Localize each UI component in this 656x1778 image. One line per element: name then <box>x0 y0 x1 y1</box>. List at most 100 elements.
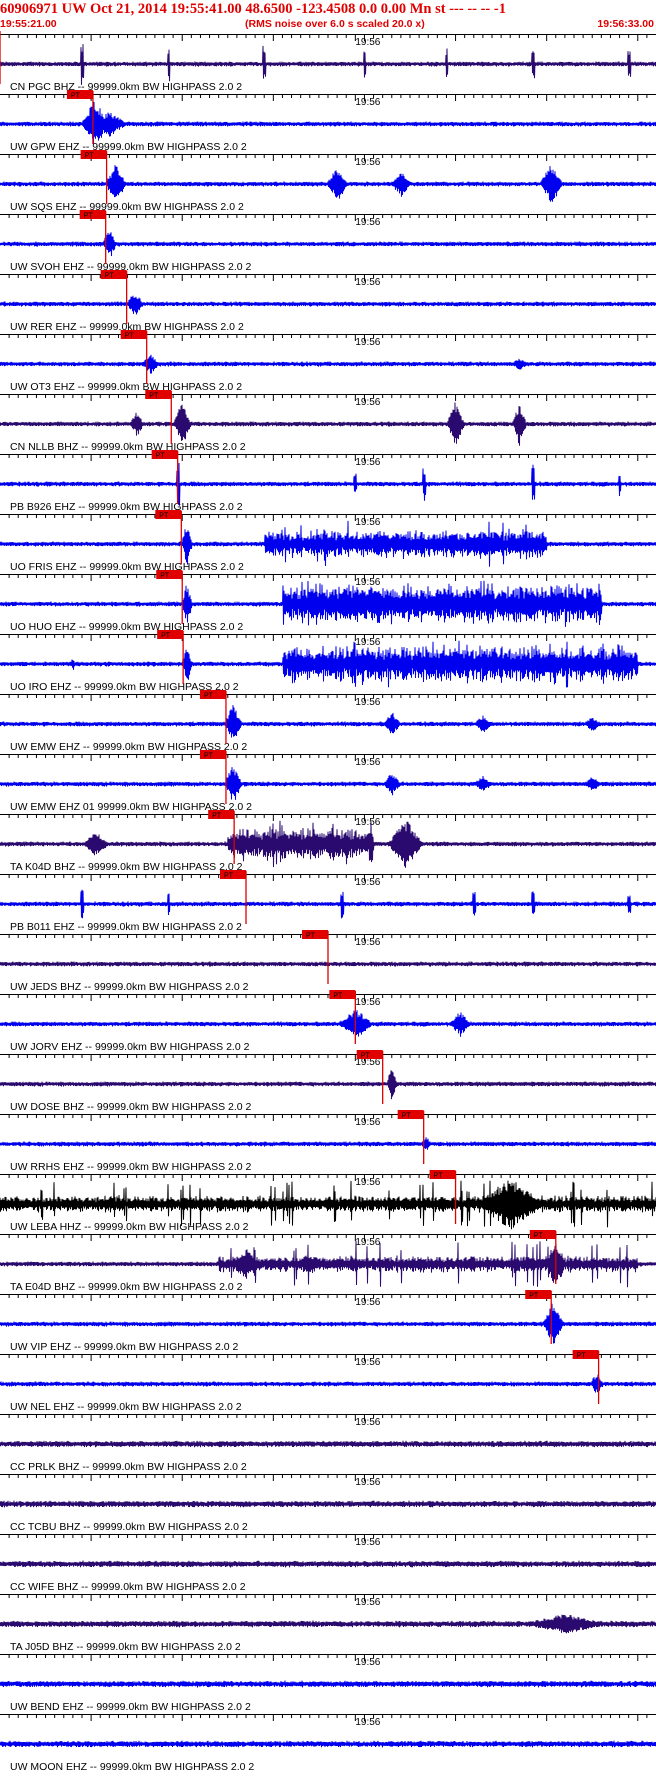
minute-tick-label: 19:56 <box>355 397 380 408</box>
waveform-trace <box>0 354 656 374</box>
waveform-trace <box>0 767 656 800</box>
pick-label: PT <box>105 273 115 280</box>
waveform-trace <box>0 1303 656 1344</box>
pick-label: PT <box>149 393 159 400</box>
waveform-trace <box>0 44 656 85</box>
minute-tick-label: 19:56 <box>355 1117 380 1128</box>
pick-label: PT <box>84 213 94 220</box>
trace-panel: 19:56 PB B011 EHZ -- 99999.0km BW HIGHPAS… <box>0 870 656 933</box>
trace-panel: 19:56 UW BEND EHZ -- 99999.0km BW HIGHPAS… <box>0 1654 656 1713</box>
station-label: UW SVOH EHZ -- 99999.0km BW HIGHPASS 2.0… <box>10 261 252 273</box>
trace-panel: 19:56 PB B926 EHZ -- 99999.0km BW HIGHPAS… <box>0 450 656 513</box>
minute-tick-label: 19:56 <box>355 217 380 228</box>
trace-panel: 19:56 UW RRHS EHZ -- 99999.0km BW HIGHPAS… <box>0 1110 656 1173</box>
station-label: UW LEBA HHZ -- 99999.0km BW HIGHPASS 2.0… <box>10 1221 249 1233</box>
waveform-trace <box>0 462 656 506</box>
station-label: UW NEL EHZ -- 99999.0km BW HIGHPASS 2.0 … <box>10 1401 242 1413</box>
minute-tick-label: 19:56 <box>355 577 380 588</box>
station-label: CC TCBU BHZ -- 99999.0km BW HIGHPASS 2.0… <box>10 1521 248 1533</box>
waveform-trace <box>0 1010 656 1037</box>
minute-tick-label: 19:56 <box>355 697 380 708</box>
station-label: CC WIFE BHZ -- 99999.0km BW HIGHPASS 2.0… <box>10 1581 246 1593</box>
waveform-trace <box>0 1440 656 1448</box>
pick-label: PT <box>85 153 95 160</box>
trace-panel: 19:56 CC PRLK BHZ -- 99999.0km BW HIGHPAS… <box>0 1414 656 1473</box>
pick-label: PT <box>306 933 316 940</box>
minute-tick-label: 19:56 <box>355 1537 380 1548</box>
pick-label: PT <box>402 1113 412 1120</box>
minute-tick-label: 19:56 <box>355 1657 380 1668</box>
trace-panel: 19:56 TA K04D BHZ -- 99999.0km BW HIGHPAS… <box>0 810 656 873</box>
minute-tick-label: 19:56 <box>355 1177 380 1188</box>
waveform-trace <box>0 580 656 627</box>
station-label: TA K04D BHZ -- 99999.0km BW HIGHPASS 2.0… <box>10 861 243 873</box>
pick-label: PT <box>224 873 234 880</box>
minute-tick-label: 19:56 <box>355 1297 380 1308</box>
station-label: UW DOSE BHZ -- 99999.0km BW HIGHPASS 2.0… <box>10 1101 252 1113</box>
station-label: UW OT3 EHZ -- 99999.0km BW HIGHPASS 2.0 … <box>10 381 242 393</box>
trace-panel: 19:56UW EMW EHZ -- 99999.0km BW HIGHPASS… <box>0 690 656 753</box>
minute-tick-label: 19:56 <box>355 997 380 1008</box>
pick-label: PT <box>434 1173 444 1180</box>
minute-tick-label: 19:56 <box>355 877 380 888</box>
minute-tick-label: 19:56 <box>355 1357 380 1368</box>
station-label: UW JEDS BHZ -- 99999.0km BW HIGHPASS 2.0… <box>10 981 249 993</box>
minute-tick-label: 19:56 <box>355 937 380 948</box>
pick-label: PT <box>156 453 166 460</box>
station-label: UW SQS EHZ -- 99999.0km BW HIGHPASS 2.0 … <box>10 201 244 213</box>
minute-tick-label: 19:56 <box>355 37 380 48</box>
waveform-trace <box>0 1680 656 1688</box>
waveform-trace <box>0 1070 656 1100</box>
trace-panel: 19:56 UW SQS EHZ -- 99999.0km BW HIGHPASS… <box>0 150 656 213</box>
waveform-trace <box>0 1137 656 1150</box>
waveform-trace <box>0 1374 656 1393</box>
pick-label: PT <box>577 1353 587 1360</box>
minute-tick-label: 19:56 <box>355 817 380 828</box>
waveform-trace <box>0 402 656 446</box>
minute-tick-label: 19:56 <box>355 1237 380 1248</box>
trace-panel: 19:56 UW JEDS BHZ -- 99999.0km BW HIGHPAS… <box>0 930 656 993</box>
station-label: UW MOON EHZ -- 99999.0km BW HIGHPASS 2.0… <box>10 1761 254 1773</box>
trace-panel: 19:56 CN PGC BHZ -- 99999.0km BW HIGHPASS… <box>0 31 656 93</box>
trace-panel: 19:56 UO HUO EHZ -- 99999.0km BW HIGHPASS… <box>0 570 656 633</box>
pick-label: PT <box>159 513 169 520</box>
pick-label: PT <box>534 1233 544 1240</box>
trace-panel: 19:56 UW OT3 EHZ -- 99999.0km BW HIGHPASS… <box>0 330 656 393</box>
station-label: UW GPW EHZ -- 99999.0km BW HIGHPASS 2.0 … <box>10 141 247 153</box>
waveform-trace <box>0 889 656 919</box>
waveform-trace <box>0 101 656 145</box>
minute-tick-label: 19:56 <box>355 1417 380 1428</box>
pick-label: PT <box>71 93 81 100</box>
pick-label: PT <box>204 753 214 760</box>
pick-label: PT <box>333 993 343 1000</box>
trace-panel: 19:56 UW NEL EHZ -- 99999.0km BW HIGHPASS… <box>0 1350 656 1413</box>
minute-tick-label: 19:56 <box>355 457 380 468</box>
minute-tick-label: 19:56 <box>355 1717 380 1728</box>
minute-tick-label: 19:56 <box>355 637 380 648</box>
pick-label: PT <box>204 693 214 700</box>
minute-tick-label: 19:56 <box>355 157 380 168</box>
pick-label: PT <box>160 573 170 580</box>
station-label: CN NLLB BHZ -- 99999.0km BW HIGHPASS 2.0… <box>10 441 246 453</box>
waveform-trace <box>0 1614 656 1634</box>
station-label: CC PRLK BHZ -- 99999.0km BW HIGHPASS 2.0… <box>10 1461 247 1473</box>
trace-panel: 19:56UO IRO EHZ -- 99999.0km BW HIGHPASS… <box>0 630 656 693</box>
minute-tick-label: 19:56 <box>355 97 380 108</box>
trace-panel: 19:56 TA J05D BHZ -- 99999.0km BW HIGHPAS… <box>0 1594 656 1653</box>
pick-label: PT <box>361 1053 371 1060</box>
trace-panel: 19:56 CC TCBU BHZ -- 99999.0km BW HIGHPAS… <box>0 1474 656 1533</box>
pick-label: PT <box>161 633 171 640</box>
station-label: UO FRIS EHZ -- 99999.0km BW HIGHPASS 2.0… <box>10 561 244 573</box>
minute-tick-label: 19:56 <box>355 757 380 768</box>
station-label: UW VIP EHZ -- 99999.0km BW HIGHPASS 2.0 … <box>10 1341 239 1353</box>
station-label: PB B926 EHZ -- 99999.0km BW HIGHPASS 2.0… <box>10 501 243 513</box>
pick-label: PT <box>529 1293 539 1300</box>
trace-panel: 19:56 UO FRIS EHZ -- 99999.0km BW HIGHPAS… <box>0 510 656 573</box>
waveform-trace <box>0 295 656 315</box>
trace-panel: 19:56 UW LEBA HHZ -- 99999.0km BW HIGHPAS… <box>0 1170 656 1233</box>
trace-panel: 19:56UW RER EHZ -- 99999.0km BW HIGHPASS… <box>0 270 656 333</box>
waveform-trace <box>0 1560 656 1568</box>
trace-panel: 19:56UW DOSE BHZ -- 99999.0km BW HIGHPAS… <box>0 1050 656 1113</box>
minute-tick-label: 19:56 <box>355 337 380 348</box>
trace-panel: 19:56 CN NLLB BHZ -- 99999.0km BW HIGHPAS… <box>0 390 656 453</box>
